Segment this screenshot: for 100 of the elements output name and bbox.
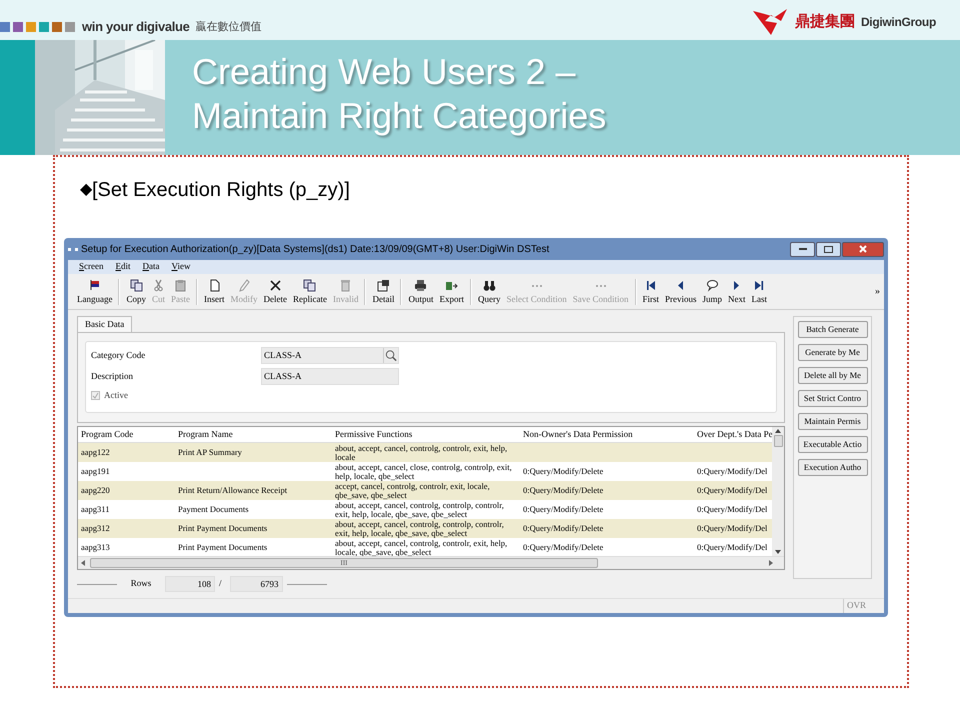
table-cell-text: 0:Query/Modify/Del <box>696 467 768 476</box>
table-cell-text: aapg191 <box>80 467 111 476</box>
close-icon <box>859 245 867 253</box>
scroll-down-icon[interactable] <box>775 550 781 554</box>
menu-item[interactable]: View <box>172 260 190 274</box>
brand-chinese: 鼎捷集團 <box>794 12 855 32</box>
menu-item[interactable]: Screen <box>79 260 104 274</box>
total-rows-field: 6793 <box>230 576 283 592</box>
slide-title: Maintain Right Categories <box>192 94 606 138</box>
side-button[interactable]: Execution Autho <box>798 459 868 476</box>
toolbar-button[interactable]: Jump <box>700 279 726 304</box>
table-cell-text: Print Payment Documents <box>177 524 268 533</box>
minimize-button[interactable] <box>790 242 815 256</box>
maximize-button[interactable] <box>816 242 841 256</box>
side-button[interactable]: Set Strict Contro <box>798 390 868 407</box>
close-button[interactable] <box>842 242 884 256</box>
skip-start-icon <box>644 279 658 292</box>
copy-icon <box>303 279 316 292</box>
current-row-field: 108 <box>165 576 215 592</box>
toolbar-button[interactable]: Replicate <box>290 279 330 304</box>
table-cell-text: 0:Query/Modify/Delete <box>522 543 604 552</box>
window-icon <box>376 279 390 292</box>
export-icon <box>445 279 458 292</box>
table-cell-text: aapg122 <box>80 448 111 457</box>
tagline-chinese: 贏在數位價值 <box>196 20 262 35</box>
scissors-icon <box>152 279 165 292</box>
toolbar-button[interactable]: First <box>640 279 662 304</box>
table-cell-text: 0:Query/Modify/Delete <box>522 524 604 533</box>
table-cell-text: aapg311 <box>80 505 110 514</box>
maximize-icon <box>824 246 833 252</box>
status-indicator: OVR <box>842 599 866 613</box>
search-icon <box>383 348 398 363</box>
checkbox-label: Active <box>104 389 128 402</box>
tagline: win your digivalue <box>82 18 190 36</box>
more-tools-button[interactable]: » <box>875 284 880 299</box>
toolbar-button[interactable]: Delete <box>260 279 290 304</box>
input-field[interactable]: CLASS-A <box>261 368 399 385</box>
scroll-right-icon[interactable] <box>769 560 773 566</box>
trash-icon <box>339 279 352 292</box>
table-cell-text: 0:Query/Modify/Delete <box>522 505 604 514</box>
copy-icon <box>130 279 143 292</box>
window-menu-icon[interactable] <box>68 248 78 250</box>
pencil-icon <box>238 279 251 292</box>
cross-icon <box>268 279 282 292</box>
table-cell-text: aapg312 <box>80 524 111 533</box>
bullet-icon: ◆ <box>80 178 92 202</box>
page-icon <box>208 279 221 292</box>
rows-separator: / <box>219 577 222 590</box>
toolbar-button[interactable]: Next <box>725 279 749 304</box>
table-cell-text: aapg220 <box>80 486 111 495</box>
table-cell-text: 0:Query/Modify/Del <box>696 543 768 552</box>
column-header[interactable]: Permissive Functions <box>332 428 520 442</box>
scroll-up-icon[interactable] <box>775 429 781 433</box>
toolbar-button[interactable]: Output <box>405 279 436 304</box>
rows-label: Rows <box>130 577 152 590</box>
table-cell-text: aapg313 <box>80 543 111 552</box>
toolbar-button[interactable]: Detail <box>369 279 398 304</box>
toolbar-button[interactable]: Last <box>748 279 770 304</box>
table-cell-text: Payment Documents <box>177 505 250 514</box>
side-button[interactable]: Maintain Permis <box>798 413 868 430</box>
column-header[interactable]: Non-Owner's Data Permission <box>520 428 694 442</box>
minimize-icon <box>798 248 806 250</box>
toolbar-button[interactable]: Previous <box>662 279 700 304</box>
brand-name: DigiwinGroup <box>860 14 936 31</box>
menu-item[interactable]: Data <box>142 260 160 274</box>
toolbar-button[interactable]: Insert <box>201 279 228 304</box>
table-cell-text: 0:Query/Modify/Del <box>696 524 768 533</box>
side-button[interactable]: Batch Generate <box>798 321 868 338</box>
toolbar-button[interactable]: Export <box>436 279 467 304</box>
skip-end-icon <box>752 279 766 292</box>
tab[interactable]: Basic Data <box>77 316 132 332</box>
menu-item[interactable]: Edit <box>116 260 131 274</box>
vertical-scrollbar[interactable] <box>772 427 784 556</box>
toolbar-button[interactable]: Query <box>475 279 504 304</box>
field-label: Category Code <box>91 348 146 362</box>
lookup-field[interactable]: CLASS-A <box>261 347 399 364</box>
table-cell-text: Print Payment Documents <box>177 543 268 552</box>
scroll-left-icon[interactable] <box>81 560 85 566</box>
side-button[interactable]: Delete all by Me <box>798 367 868 384</box>
column-header[interactable]: Program Name <box>175 428 332 442</box>
column-header[interactable]: Program Code <box>78 428 175 442</box>
toolbar-button[interactable]: Copy <box>123 279 149 304</box>
slide-title: Creating Web Users 2 – <box>192 50 577 94</box>
side-button[interactable]: Generate by Me <box>798 344 868 361</box>
table-cell-text: 0:Query/Modify/Del <box>696 486 768 495</box>
logo-icon <box>750 7 789 37</box>
column-header[interactable]: Over Dept.'s Data Pe <box>694 428 772 442</box>
table-cell-text: 0:Query/Modify/Delete <box>522 467 604 476</box>
flag-icon <box>88 279 102 292</box>
table-cell-text: Print Return/Allowance Receipt <box>177 486 288 495</box>
color-squares-icon <box>0 22 75 32</box>
table-cell-text: 0:Query/Modify/Delete <box>522 486 604 495</box>
table-cell-text: about, accept, cancel, controlg, controlr, exit, help, locale, qbe_save, qbe_select <box>334 538 508 556</box>
scroll-thumb[interactable] <box>774 435 782 447</box>
binoculars-icon <box>482 279 496 292</box>
toolbar-button[interactable]: Language <box>74 279 116 304</box>
table-cell-text: 0:Query/Modify/Del <box>696 505 768 514</box>
table-cell-text: Print AP Summary <box>177 448 243 457</box>
side-button[interactable]: Executable Actio <box>798 436 868 453</box>
field-label: Description <box>91 370 134 383</box>
